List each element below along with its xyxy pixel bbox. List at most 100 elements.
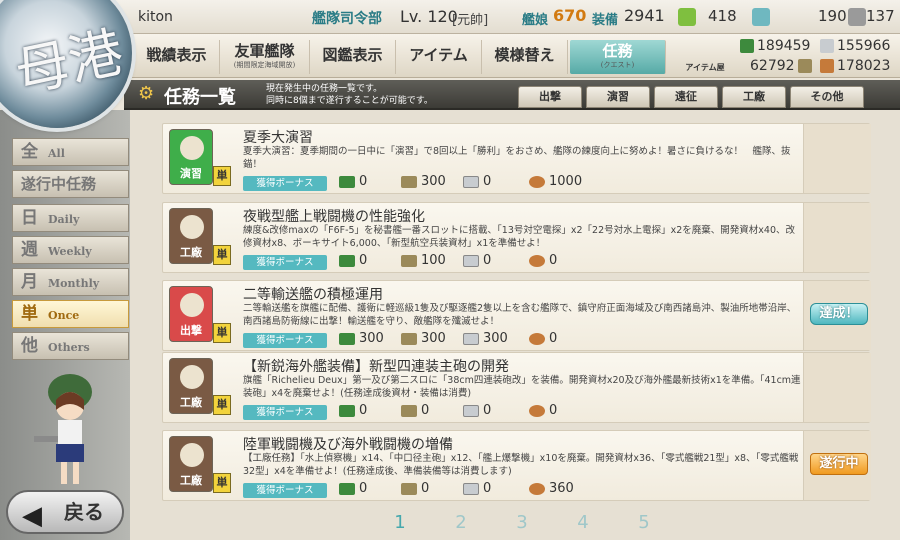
quest-row[interactable]: 出撃単 二等輸送艦の積極運用 二等輸送艦を旗艦に配備、護衛に軽巡級1隻及び駆逐艦2隻…: [162, 280, 871, 351]
desc-line-2: 同時に8個まで遂行することが可能です。: [266, 96, 433, 106]
filter-tab-other[interactable]: その他: [790, 86, 864, 108]
in-progress-badge: 遂行中: [810, 453, 868, 475]
reward-steel: 0: [463, 174, 491, 189]
once-badge: 単: [213, 473, 231, 493]
category-kanji: 週: [21, 240, 38, 260]
category-kanji: 他: [21, 336, 38, 356]
reward-bauxite: 0: [529, 403, 557, 418]
page-5[interactable]: 5: [634, 512, 654, 533]
steel-icon: [463, 254, 479, 267]
complete-badge[interactable]: 達成！: [810, 303, 868, 325]
reward-ammo: 0: [401, 481, 429, 496]
category-label: Others: [48, 341, 90, 354]
reward-value: 0: [359, 174, 368, 189]
reward-value: 0: [359, 403, 368, 418]
reward-value: 300: [359, 331, 384, 346]
filter-tab-arsenal[interactable]: 工廠: [722, 86, 786, 108]
reward-value: 300: [483, 331, 508, 346]
item-button[interactable]: アイテム: [396, 40, 482, 74]
friend-fleet-label: 友軍艦隊: [234, 42, 295, 60]
filter-tab-expedition[interactable]: 遠征: [654, 86, 718, 108]
category-weekly[interactable]: 週 Weekly: [12, 236, 129, 264]
fuel-icon: [339, 332, 355, 345]
steel-icon: [463, 404, 479, 417]
quest-title: 【新鋭海外艦装備】新型四連装主砲の開発: [243, 359, 509, 375]
gear-icon: ⚙: [138, 83, 155, 104]
reward-bauxite: 0: [529, 253, 557, 268]
quest-title: 夜戦型艦上戦闘機の性能強化: [243, 209, 425, 225]
remodel-button[interactable]: 模様替え: [482, 40, 568, 74]
bauxite-icon: [529, 404, 545, 417]
once-badge: 単: [213, 395, 231, 415]
category-once[interactable]: 単 Once: [12, 300, 129, 328]
reward-fuel: 0: [339, 174, 367, 189]
back-button[interactable]: ◀ 戻る: [6, 490, 124, 534]
quest-label: 任務: [602, 42, 633, 60]
bucket-count: 418: [708, 7, 737, 25]
album-button[interactable]: 図鑑表示: [310, 40, 396, 74]
quest-type-picture: [180, 215, 204, 239]
category-daily[interactable]: 日 Daily: [12, 204, 129, 232]
quest-description: 夏季大演習：夏季期間の一日中に「演習」で8回以上「勝利」をおさめ、艦隊の練度向上…: [243, 146, 791, 170]
quest-type-icon: 工廠: [169, 358, 213, 414]
quest-status-area: [803, 124, 871, 193]
category-kanji: 遂行中任務: [21, 175, 97, 193]
page-2[interactable]: 2: [451, 512, 471, 533]
reward-bauxite: 360: [529, 481, 574, 496]
secretary-ship-girl[interactable]: [20, 370, 120, 490]
quest-description: 旗艦「Richelieu Deux」第一及び第二スロに「38cm四連装砲改」を装…: [243, 375, 801, 399]
category-monthly[interactable]: 月 Monthly: [12, 268, 129, 296]
reward-value: 360: [549, 481, 574, 496]
ammo-icon: [401, 404, 417, 417]
reward-value: 0: [359, 253, 368, 268]
reward-value: 100: [421, 253, 446, 268]
quest-type-label: 工廠: [180, 474, 202, 487]
record-button[interactable]: 戦績表示: [134, 40, 220, 74]
bauxite-icon: [529, 175, 545, 188]
ships-count: 670: [553, 6, 587, 25]
category-others[interactable]: 他 Others: [12, 332, 129, 360]
quest-row[interactable]: 工廠単 陸軍戦闘機及び海外戦闘機の増備 【工廠任務】「水上偵察機」x14、「中口径主…: [162, 430, 871, 501]
quest-title: 夏季大演習: [243, 130, 313, 146]
admiral-medal[interactable]: 母港: [0, 0, 132, 128]
fuel-icon: [339, 404, 355, 417]
category-all[interactable]: 全 All: [12, 138, 129, 166]
filter-tab-exercise[interactable]: 演習: [586, 86, 650, 108]
quest-status-area: 達成！: [803, 281, 871, 350]
category-label: Weekly: [48, 245, 92, 258]
top-bar: kiton 艦隊司令部 Lv. 120 [元帥] 艦娘 670 装備 2941 …: [0, 0, 900, 34]
quest-title: 二等輸送艦の積極運用: [243, 287, 383, 303]
category-in-progress[interactable]: 遂行中任務: [12, 170, 129, 198]
steel-icon: [463, 482, 479, 495]
quest-row[interactable]: 工廠単 【新鋭海外艦装備】新型四連装主砲の開発 旗艦「Richelieu Deux」…: [162, 352, 871, 423]
quest-row[interactable]: 演習単 夏季大演習 夏季大演習：夏季期間の一日中に「演習」で8回以上「勝利」をおさめ…: [162, 123, 871, 194]
page-1[interactable]: 1: [390, 512, 410, 533]
reward-value: 0: [483, 403, 492, 418]
reward-value: 300: [421, 174, 446, 189]
reward-value: 0: [421, 481, 430, 496]
reward-ammo: 0: [401, 403, 429, 418]
item-shop-button[interactable]: アイテム屋: [674, 40, 736, 74]
quest-row[interactable]: 工廠単 夜戦型艦上戦闘機の性能強化 練度&改修maxの「F6F-5」を秘書艦一番スロ…: [162, 202, 871, 273]
category-kanji: 日: [21, 208, 38, 228]
devmat-icon: [752, 8, 770, 26]
page-3[interactable]: 3: [512, 512, 532, 533]
bauxite-resource: 178023: [820, 58, 890, 74]
bonus-badge: 獲得ボーナス: [243, 405, 327, 420]
category-label: Monthly: [48, 277, 100, 290]
fuel-icon: [339, 175, 355, 188]
category-kanji: 全: [21, 142, 38, 162]
bauxite-icon: [529, 482, 545, 495]
quest-type-label: 工廠: [180, 246, 202, 259]
quest-button[interactable]: 任務 (クエスト): [570, 40, 666, 74]
ammo-icon: [797, 59, 812, 73]
page-4[interactable]: 4: [573, 512, 593, 533]
quest-type-picture: [180, 365, 204, 389]
category-kanji: 単: [21, 304, 38, 324]
reward-value: 1000: [549, 174, 583, 189]
back-label: 戻る: [64, 500, 104, 524]
friend-fleet-button[interactable]: 友軍艦隊 (期間限定海域開放): [220, 40, 310, 74]
reward-ammo: 300: [401, 174, 446, 189]
reward-fuel: 300: [339, 331, 384, 346]
filter-tab-sortie[interactable]: 出撃: [518, 86, 582, 108]
